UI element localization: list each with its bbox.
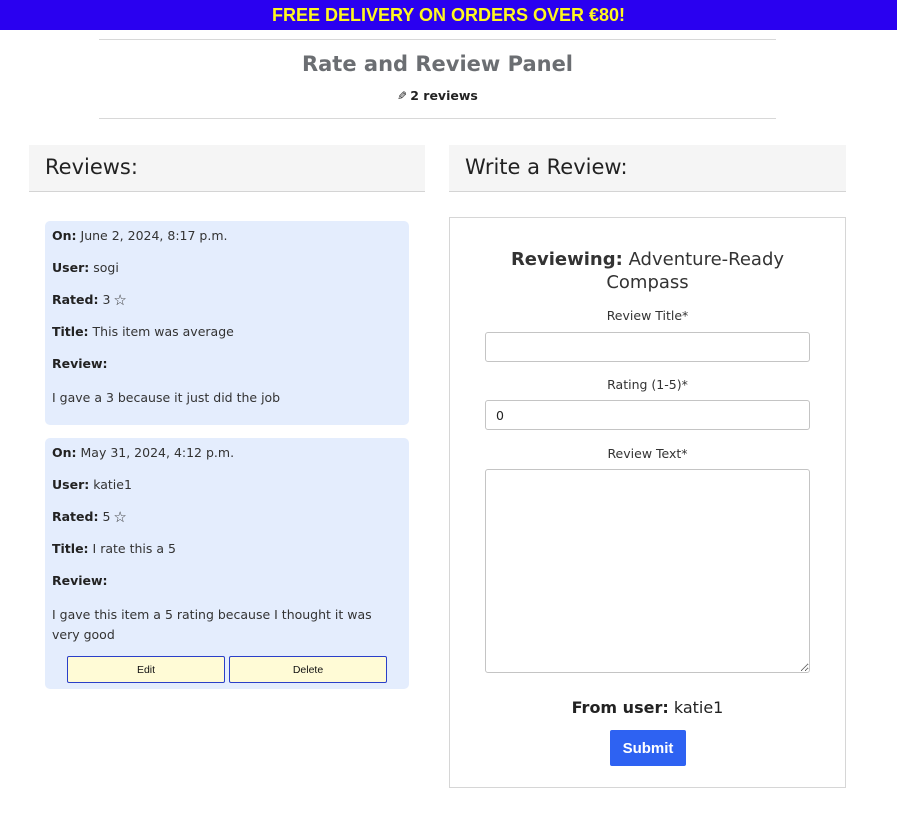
- review-title-input[interactable]: [485, 332, 810, 362]
- page-title: Rate and Review Panel: [301, 52, 574, 76]
- review-user: User: katie1: [52, 477, 132, 492]
- review-count-text: 2 reviews: [410, 88, 478, 103]
- review-card: On: May 31, 2024, 4:12 p.m. User: katie1…: [45, 438, 409, 689]
- review-label: Review:: [52, 573, 108, 588]
- review-user: User: sogi: [52, 260, 119, 275]
- reviewing-label: Reviewing:: [510, 249, 623, 270]
- review-text-label: Review Text*: [607, 446, 688, 461]
- review-card: On: June 2, 2024, 8:17 p.m. User: sogi R…: [45, 221, 409, 425]
- review-date: On: June 2, 2024, 8:17 p.m.: [52, 228, 228, 243]
- rating-input[interactable]: [485, 400, 810, 430]
- review-form: Reviewing: Adventure-Ready Compass Revie…: [449, 217, 846, 788]
- pencil-icon: ✎: [397, 89, 408, 103]
- review-label: Review:: [52, 356, 108, 371]
- rating-label: Rating (1-5)*: [607, 377, 688, 392]
- review-text: I gave a 3 because it just did the job: [52, 390, 281, 405]
- write-review-heading: Write a Review:: [449, 145, 846, 192]
- product-name: Adventure-Ready Compass: [606, 249, 785, 293]
- reviews-heading: Reviews:: [29, 145, 425, 192]
- divider-top: [99, 39, 776, 40]
- review-title-label: Review Title*: [606, 308, 689, 323]
- star-icon: ☆: [113, 508, 127, 526]
- from-user: From user: katie1: [450, 698, 845, 717]
- review-actions: Edit Delete: [67, 656, 387, 683]
- review-text-input[interactable]: [485, 469, 810, 673]
- review-date: On: May 31, 2024, 4:12 p.m.: [52, 445, 235, 460]
- review-rating: Rated: 3 ☆: [52, 291, 127, 309]
- review-rating: Rated: 5 ☆: [52, 508, 127, 526]
- star-icon: ☆: [113, 291, 127, 309]
- promo-banner: FREE DELIVERY ON ORDERS OVER €80!: [0, 0, 897, 30]
- review-text: I gave this item a 5 rating because I th…: [52, 607, 372, 642]
- review-title: Title: This item was average: [52, 324, 234, 339]
- reviewing-heading: Reviewing: Adventure-Ready Compass: [450, 248, 845, 294]
- review-count: ✎ 2 reviews: [99, 88, 776, 103]
- submit-button[interactable]: Submit: [610, 730, 686, 766]
- delete-button[interactable]: Delete: [229, 656, 387, 683]
- from-user-label: From user:: [571, 698, 669, 717]
- review-title: Title: I rate this a 5: [52, 541, 176, 556]
- from-user-value: katie1: [673, 698, 724, 717]
- edit-button[interactable]: Edit: [67, 656, 225, 683]
- divider-bottom: [99, 118, 776, 119]
